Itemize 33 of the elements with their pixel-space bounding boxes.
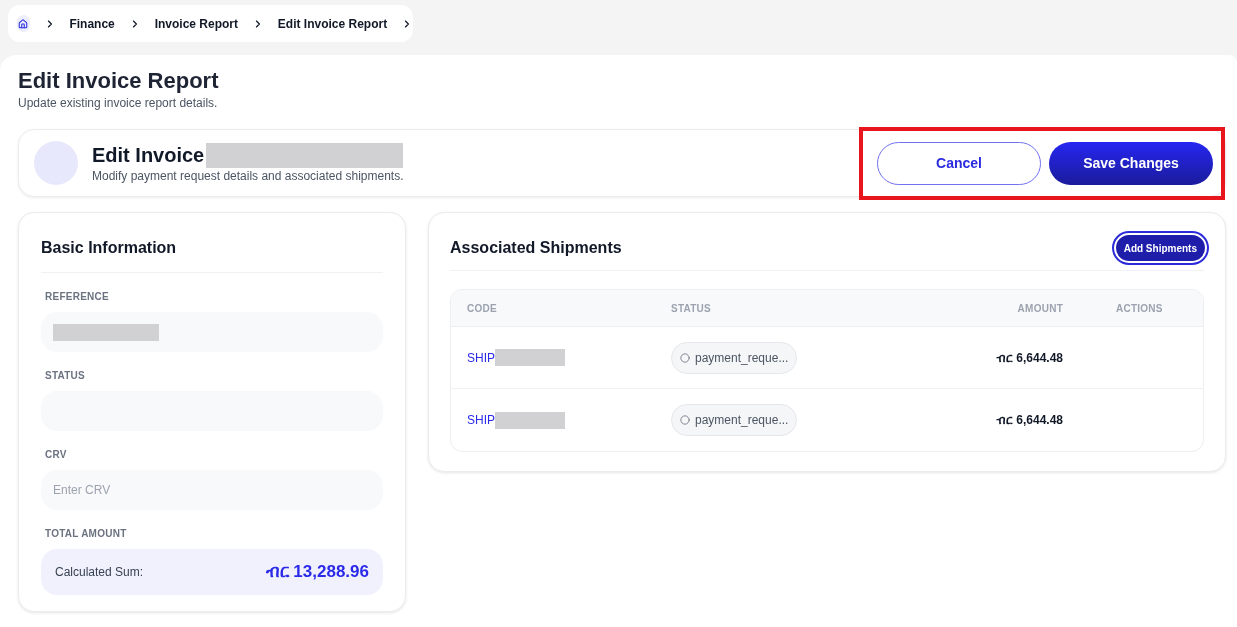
input-field[interactable] bbox=[41, 312, 383, 352]
page-subtitle: Update existing invoice report details. bbox=[18, 95, 219, 111]
section-title: Basic Information bbox=[41, 238, 178, 258]
breadcrumb-link[interactable]: Finance bbox=[69, 14, 115, 33]
total-amount-value: ብር 13,288.96 bbox=[265, 561, 369, 584]
input-field[interactable]: Enter CRV bbox=[41, 470, 383, 510]
shipment-code-link[interactable]: SHIP bbox=[467, 411, 495, 429]
field-label: TOTAL AMOUNT bbox=[45, 528, 128, 540]
breadcrumb-link[interactable]: Edit Invoice Report bbox=[277, 14, 388, 33]
cancel-button[interactable]: Cancel bbox=[877, 141, 1041, 185]
field-label: STATUS bbox=[45, 370, 86, 382]
section-title: Associated Shipments bbox=[450, 238, 622, 258]
calculated-sum-label: Calculated Sum: bbox=[55, 564, 144, 581]
status-text: payment_reque... bbox=[695, 349, 789, 367]
column-header: AMOUNT bbox=[1016, 301, 1064, 316]
shipment-code-link[interactable]: SHIP bbox=[467, 348, 495, 367]
column-header: CODE bbox=[466, 301, 498, 316]
column-header: STATUS bbox=[671, 301, 712, 316]
card-title: Edit Invoice bbox=[92, 143, 205, 168]
amount-cell-text: ብር 6,644.48 bbox=[994, 349, 1064, 367]
add-shipments-button[interactable]: Add Shipments bbox=[1113, 233, 1207, 263]
home-icon[interactable] bbox=[17, 15, 30, 32]
card-subtitle: Modify payment request details and associated shipments. bbox=[92, 168, 404, 184]
page-title: Edit Invoice Report bbox=[18, 67, 220, 95]
save-changes-button[interactable]: Save Changes bbox=[1049, 141, 1213, 185]
field-label: CRV bbox=[45, 449, 68, 461]
field-label: REFERENCE bbox=[45, 291, 110, 303]
circle-icon bbox=[680, 415, 690, 425]
status-text: payment_reque... bbox=[695, 412, 789, 429]
column-header: ACTIONS bbox=[1115, 301, 1164, 316]
amount-cell-text: ብር 6,644.48 bbox=[994, 412, 1064, 429]
circle-icon bbox=[680, 352, 690, 363]
breadcrumb-link[interactable]: Invoice Report bbox=[154, 14, 238, 33]
